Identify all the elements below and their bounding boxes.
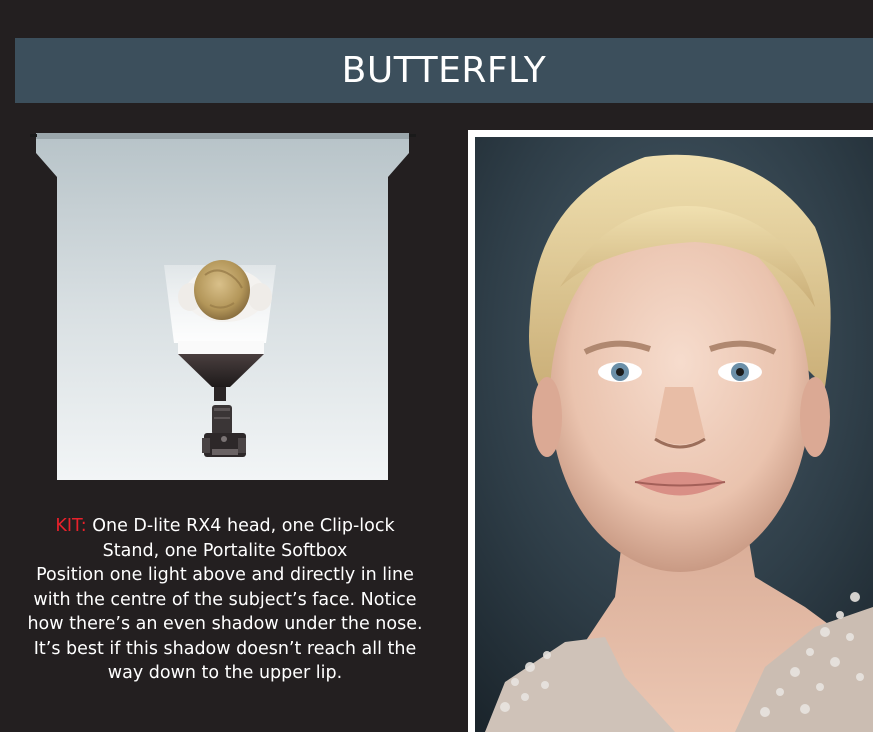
kit-line-1: KIT: One D-lite RX4 head, one Clip-lock bbox=[15, 514, 435, 539]
kit-line-1-text: One D-lite RX4 head, one Clip-lock bbox=[86, 516, 395, 536]
kit-label: KIT: bbox=[55, 516, 87, 536]
page-title: BUTTERFLY bbox=[341, 50, 547, 91]
body-line-1: Position one light above and directly in… bbox=[36, 565, 414, 585]
kit-line-2: Stand, one Portalite Softbox bbox=[102, 540, 348, 561]
body-line-2: with the centre of the subject’s face. N… bbox=[33, 589, 417, 610]
portrait-photo bbox=[475, 137, 873, 732]
body-line-4: It’s best if this shadow doesn’t reach a… bbox=[33, 638, 417, 659]
kit-caption: KIT: One D-lite RX4 head, one Clip-lock … bbox=[15, 514, 435, 686]
body-line-3: how there’s an even shadow under the nos… bbox=[27, 614, 423, 634]
portrait-frame bbox=[468, 130, 873, 732]
title-banner: BUTTERFLY bbox=[15, 38, 873, 103]
body-line-5: way down to the upper lip. bbox=[107, 663, 343, 683]
lighting-diagram bbox=[30, 133, 416, 480]
